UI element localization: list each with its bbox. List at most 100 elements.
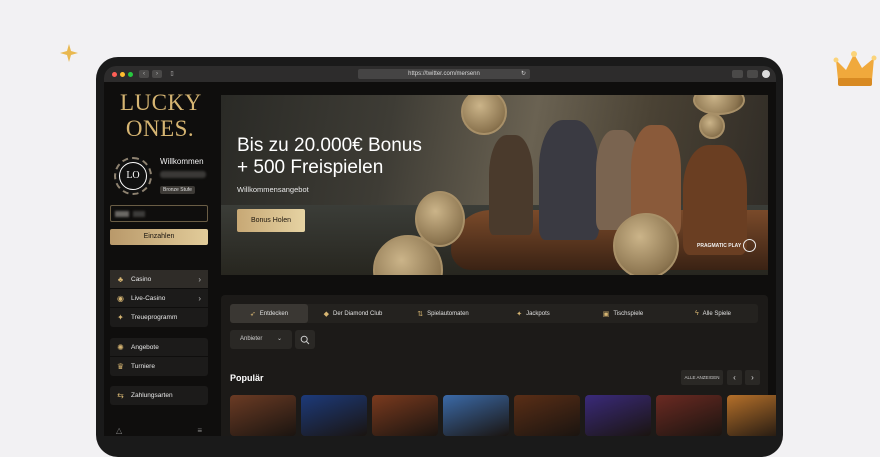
coin-graphic (693, 95, 745, 115)
provider-logo-ring (743, 239, 757, 252)
address-bar[interactable]: https://twitter.com/mersenn ↻ (358, 69, 530, 79)
game-tile[interactable] (372, 395, 438, 436)
coin-graphic (613, 213, 679, 275)
balance-box[interactable] (110, 205, 208, 222)
view-all-button[interactable]: ALLE ANZEIGEN (681, 370, 723, 385)
avatar[interactable]: LO (114, 157, 152, 195)
coin-graphic (461, 95, 507, 135)
logo-line1: LUCKY (120, 90, 202, 115)
sparkle-icon: ✦ (516, 310, 523, 318)
star-burst-icon: ✦ (117, 313, 124, 322)
avatar-initials: LO (119, 162, 147, 190)
username-redacted (160, 171, 206, 178)
sidebar-item-label: Treueprogramm (131, 314, 178, 321)
sidebar-item-payments[interactable]: ⇆ Zahlungsarten (110, 386, 208, 405)
crown-icon (833, 51, 877, 86)
hero-title-line2: + 500 Freispielen (237, 157, 384, 178)
game-tile[interactable] (727, 395, 776, 436)
balance-redacted-2 (133, 211, 145, 217)
tab-all-games[interactable]: ϟ Alle Spiele (668, 304, 758, 323)
share-icon[interactable] (732, 70, 743, 78)
live-chip-icon: ◉ (117, 293, 124, 303)
logo[interactable]: LUCKY ONES. (120, 90, 202, 142)
tab-label: Alle Spiele (702, 310, 732, 317)
coin-graphic (699, 113, 725, 139)
lightning-icon: ϟ (694, 310, 699, 317)
tab-label: Jackpots (526, 310, 550, 317)
game-tile[interactable] (443, 395, 509, 436)
game-tile[interactable] (585, 395, 651, 436)
provider-dropdown[interactable]: Anbieter ⌄ (230, 330, 292, 349)
sidebar-item-casino[interactable]: ♣ Casino › (110, 270, 208, 289)
scroll-right-button[interactable]: › (745, 370, 760, 385)
tab-label: Entdecken (259, 310, 289, 317)
minimize-window-button[interactable] (120, 71, 125, 77)
slot-icon: ⇅ (417, 310, 424, 318)
forward-icon[interactable]: › (152, 70, 162, 78)
tab-diamond-club[interactable]: ◆ Der Diamond Club (308, 304, 398, 323)
sidebar-item-tournaments[interactable]: ♛ Turniere (110, 357, 208, 376)
url-text: https://twitter.com/mersenn (408, 71, 480, 77)
hero-person (539, 120, 599, 240)
reload-icon[interactable]: ↻ (521, 69, 526, 79)
chevron-right-icon: › (198, 293, 201, 303)
chevron-right-icon: › (198, 274, 201, 284)
sidebar-item-loyalty[interactable]: ✦ Treueprogramm (110, 308, 208, 327)
tab-slots[interactable]: ⇅ Spielautomaten (398, 304, 488, 323)
transfer-arrows-icon: ⇆ (117, 391, 124, 400)
deposit-button[interactable]: Einzahlen (110, 229, 208, 245)
popular-heading: Populär (230, 373, 264, 383)
menu-icon[interactable]: ≡ (197, 426, 202, 436)
scroll-left-button[interactable]: ‹ (727, 370, 742, 385)
hero-title-line1: Bis zu 20.000€ Bonus (237, 135, 422, 156)
category-tabs: ➶ Entdecken ◆ Der Diamond Club ⇅ Spielau… (230, 304, 758, 323)
cherries-icon: ♣ (117, 274, 124, 284)
balance-redacted (115, 211, 129, 217)
hero-title: Bis zu 20.000€ Bonus + 500 Freispielen (237, 135, 497, 179)
hero-subtitle: Willkommensangebot (237, 185, 309, 194)
sidebar-item-live-casino[interactable]: ◉ Live-Casino › (110, 289, 208, 308)
tab-label: Der Diamond Club (333, 310, 383, 317)
welcome-label: Willkommen (160, 157, 204, 166)
tab-table-games[interactable]: ▣ Tischspiele (578, 304, 668, 323)
nav-group-promos: ✺ Angebote ♛ Turniere (110, 338, 208, 376)
sidebar-item-label: Zahlungsarten (131, 392, 173, 399)
game-lobby: ➶ Entdecken ◆ Der Diamond Club ⇅ Spielau… (221, 295, 776, 436)
chevron-right-icon: › (751, 373, 754, 382)
app-screen: ‹ › ▯ https://twitter.com/mersenn ↻ LUCK… (104, 66, 776, 436)
tab-label: Spielautomaten (427, 310, 469, 317)
tier-badge: Bronze Stufe (160, 186, 195, 194)
provider-logo: PRAGMATIC PLAY (697, 239, 757, 252)
maximize-window-button[interactable] (128, 71, 133, 77)
back-icon[interactable]: ‹ (139, 70, 149, 78)
rocket-icon: ➶ (249, 310, 256, 318)
game-tile[interactable] (514, 395, 580, 436)
dice-icon: ▣ (602, 310, 610, 318)
search-icon (300, 335, 310, 344)
tab-label: Tischspiele (613, 310, 644, 317)
tabs-icon[interactable] (747, 70, 758, 78)
game-tile[interactable] (656, 395, 722, 436)
close-window-button[interactable] (112, 71, 117, 77)
bell-icon[interactable]: △ (116, 426, 122, 436)
claim-bonus-button[interactable]: Bonus Holen (237, 209, 305, 232)
tab-discover[interactable]: ➶ Entdecken (230, 304, 308, 323)
tab-jackpots[interactable]: ✦ Jackpots (488, 304, 578, 323)
sidebar: LUCKY ONES. LO Willkommen Bronze Stufe E… (104, 82, 216, 436)
sidebar-footer: △ ≡ (110, 426, 208, 436)
sidebar-item-label: Turniere (131, 363, 155, 370)
game-tile[interactable] (230, 395, 296, 436)
search-button[interactable] (295, 330, 315, 349)
nav-group-main: ♣ Casino › ◉ Live-Casino › ✦ Treueprogra… (110, 270, 208, 327)
browser-toolbar: ‹ › ▯ https://twitter.com/mersenn ↻ (104, 66, 776, 82)
game-tile[interactable] (301, 395, 367, 436)
sidebar-item-offers[interactable]: ✺ Angebote (110, 338, 208, 357)
sparkle-icon (60, 44, 78, 62)
diamond-icon: ◆ (323, 310, 330, 318)
chevron-down-icon: ⌄ (276, 336, 282, 342)
extension-icon[interactable] (762, 70, 770, 78)
logo-line2: ONES. (125, 116, 195, 141)
sidebar-toggle-icon[interactable]: ▯ (167, 70, 177, 78)
hero-banner[interactable]: Bis zu 20.000€ Bonus + 500 Freispielen W… (221, 95, 768, 275)
sidebar-item-label: Angebote (131, 343, 159, 351)
